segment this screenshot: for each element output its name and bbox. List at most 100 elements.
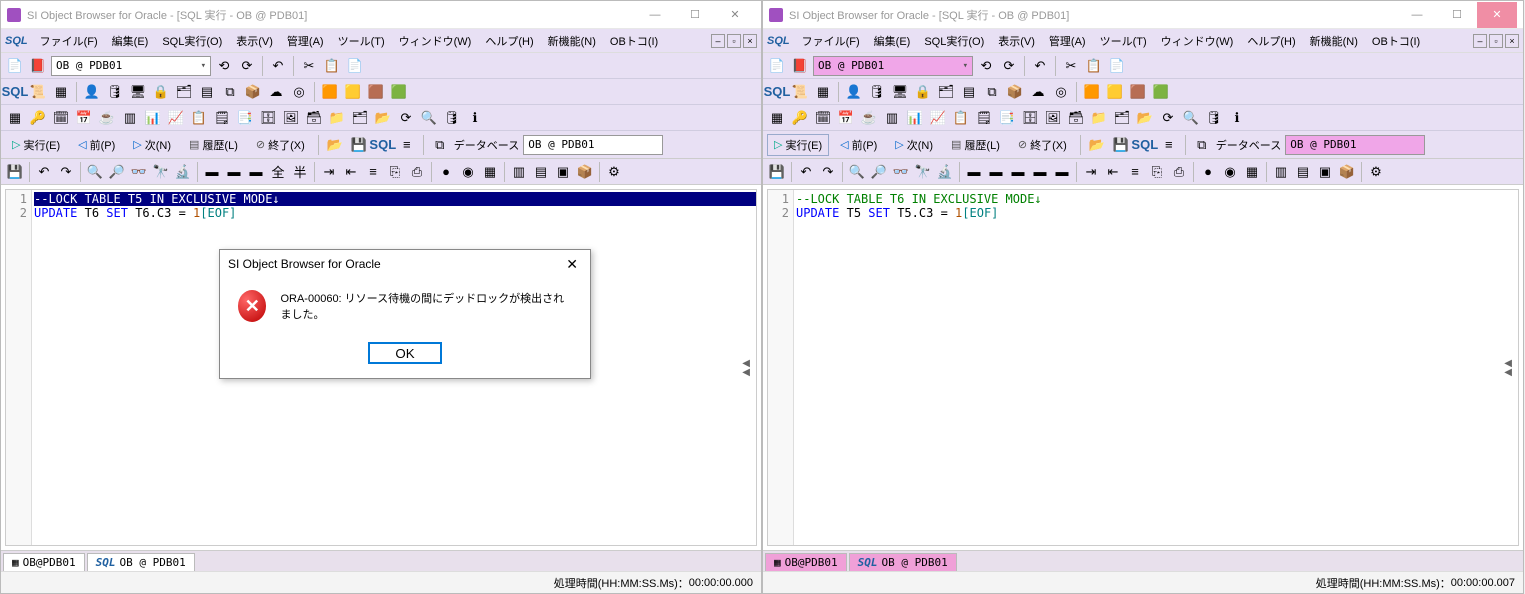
- script-icon[interactable]: 📜: [28, 82, 48, 102]
- close-button[interactable]: ✕: [715, 2, 755, 28]
- menu-obtoko[interactable]: OBトコ(I): [604, 31, 664, 51]
- t3-5[interactable]: ☕: [859, 108, 879, 128]
- maximize-button[interactable]: ☐: [675, 2, 715, 28]
- opt2-icon[interactable]: ▤: [1293, 162, 1313, 182]
- find-icon[interactable]: 🔍: [85, 162, 105, 182]
- blk4[interactable]: ▬: [1030, 162, 1050, 182]
- blk5[interactable]: 半: [290, 162, 310, 182]
- t3-1[interactable]: ▦: [5, 108, 25, 128]
- redo2-icon[interactable]: ↷: [818, 162, 838, 182]
- blk4[interactable]: 全: [268, 162, 288, 182]
- table-icon[interactable]: ▤: [959, 82, 979, 102]
- hist-button[interactable]: ▤履歴(L): [182, 134, 245, 156]
- box3-icon[interactable]: 🟫: [366, 82, 386, 102]
- host-icon[interactable]: 🖥: [128, 82, 148, 102]
- box1-icon[interactable]: 🟧: [1082, 82, 1102, 102]
- t3-3[interactable]: 🗓: [813, 108, 833, 128]
- t3-17[interactable]: 📂: [1135, 108, 1155, 128]
- pkg-icon[interactable]: 📦: [1005, 82, 1025, 102]
- tree-icon[interactable]: ≡: [1159, 135, 1179, 155]
- box2-icon[interactable]: 🟨: [343, 82, 363, 102]
- t3-10[interactable]: 🗒: [974, 108, 994, 128]
- tree-icon[interactable]: ≡: [397, 135, 417, 155]
- minimize-button[interactable]: —: [1397, 2, 1437, 28]
- mdi-max[interactable]: ▫: [727, 34, 741, 48]
- t3-2[interactable]: 🔑: [790, 108, 810, 128]
- undo2-icon[interactable]: ↶: [796, 162, 816, 182]
- editor[interactable]: 12 --LOCK TABLE T6 IN EXCLUSIVE MODE↓ UP…: [767, 189, 1519, 546]
- brk2-icon[interactable]: ◉: [1220, 162, 1240, 182]
- t3-10[interactable]: 🗒: [212, 108, 232, 128]
- blk1[interactable]: ▬: [964, 162, 984, 182]
- find4-icon[interactable]: 🔭: [151, 162, 171, 182]
- db-field[interactable]: OB @ PDB01: [1285, 135, 1425, 155]
- blk5[interactable]: ▬: [1052, 162, 1072, 182]
- outdent-icon[interactable]: ⇤: [341, 162, 361, 182]
- next-button[interactable]: ▷次(N): [126, 134, 178, 156]
- paste-icon[interactable]: 📄: [1107, 56, 1127, 76]
- t3-15[interactable]: 📁: [327, 108, 347, 128]
- collapse-icon[interactable]: ◀◀: [742, 359, 750, 377]
- menu-file[interactable]: ファイル(F): [796, 31, 866, 51]
- refresh-icon[interactable]: ⟲: [976, 56, 996, 76]
- brk3-icon[interactable]: ▦: [480, 162, 500, 182]
- end-button[interactable]: ⊘終了(X): [249, 134, 312, 156]
- mdi-close[interactable]: ×: [1505, 34, 1519, 48]
- minimize-button[interactable]: —: [635, 2, 675, 28]
- menu-window[interactable]: ウィンドウ(W): [1155, 31, 1240, 51]
- sql2-icon[interactable]: SQL: [1135, 135, 1155, 155]
- menu-manage[interactable]: 管理(A): [281, 31, 330, 51]
- blk3[interactable]: ▬: [1008, 162, 1028, 182]
- menu-obtoko[interactable]: OBトコ(I): [1366, 31, 1426, 51]
- t3-11[interactable]: 📑: [235, 108, 255, 128]
- connection-combo[interactable]: OB @ PDB01: [813, 56, 973, 76]
- misc-icon[interactable]: ◎: [1051, 82, 1071, 102]
- code-area[interactable]: --LOCK TABLE T6 IN EXCLUSIVE MODE↓ UPDAT…: [794, 190, 1518, 545]
- box4-icon[interactable]: 🟩: [1151, 82, 1171, 102]
- menu-view[interactable]: 表示(V): [230, 31, 279, 51]
- opt3-icon[interactable]: ▣: [1315, 162, 1335, 182]
- disconnect-icon[interactable]: 📕: [790, 56, 810, 76]
- t3-6[interactable]: ▥: [882, 108, 902, 128]
- opt4-icon[interactable]: 📦: [1337, 162, 1357, 182]
- t3-21[interactable]: ℹ: [465, 108, 485, 128]
- pkg-icon[interactable]: 📦: [243, 82, 263, 102]
- dialog-ok-button[interactable]: OK: [368, 342, 442, 364]
- disconnect-icon[interactable]: 📕: [28, 56, 48, 76]
- box4-icon[interactable]: 🟩: [389, 82, 409, 102]
- maximize-button[interactable]: ☐: [1437, 2, 1477, 28]
- t3-14[interactable]: 🗃: [304, 108, 324, 128]
- brk-icon[interactable]: ●: [1198, 162, 1218, 182]
- end-button[interactable]: ⊘終了(X): [1011, 134, 1074, 156]
- indent-icon[interactable]: ⇥: [1081, 162, 1101, 182]
- t3-13[interactable]: 🖼: [1043, 108, 1063, 128]
- menu-new[interactable]: 新機能(N): [542, 31, 602, 51]
- fmt1-icon[interactable]: ≡: [363, 162, 383, 182]
- menu-edit[interactable]: 編集(E): [106, 31, 155, 51]
- find3-icon[interactable]: 👓: [129, 162, 149, 182]
- gear-icon[interactable]: ⚙: [604, 162, 624, 182]
- t3-12[interactable]: 🗄: [1020, 108, 1040, 128]
- save2-icon[interactable]: 💾: [767, 162, 787, 182]
- t3-18[interactable]: ⟳: [396, 108, 416, 128]
- host-icon[interactable]: 🖥: [890, 82, 910, 102]
- menu-tool[interactable]: ツール(T): [332, 31, 391, 51]
- prev-button[interactable]: ◁前(P): [71, 134, 122, 156]
- exec-button[interactable]: ▷実行(E): [767, 134, 829, 156]
- user-icon[interactable]: 👤: [844, 82, 864, 102]
- t3-16[interactable]: 🗂: [1112, 108, 1132, 128]
- new-connection-icon[interactable]: 📄: [767, 56, 787, 76]
- t3-12[interactable]: 🗄: [258, 108, 278, 128]
- t3-20[interactable]: 🛢: [1204, 108, 1224, 128]
- titlebar[interactable]: SI Object Browser for Oracle - [SQL 実行 -…: [763, 1, 1523, 29]
- prev-button[interactable]: ◁前(P): [833, 134, 884, 156]
- outdent-icon[interactable]: ⇤: [1103, 162, 1123, 182]
- find4-icon[interactable]: 🔭: [913, 162, 933, 182]
- sql2-icon[interactable]: SQL: [373, 135, 393, 155]
- menu-new[interactable]: 新機能(N): [1304, 31, 1364, 51]
- find5-icon[interactable]: 🔬: [935, 162, 955, 182]
- new-connection-icon[interactable]: 📄: [5, 56, 25, 76]
- t3-6[interactable]: ▥: [120, 108, 140, 128]
- cloud-icon[interactable]: ☁: [266, 82, 286, 102]
- paste-icon[interactable]: 📄: [345, 56, 365, 76]
